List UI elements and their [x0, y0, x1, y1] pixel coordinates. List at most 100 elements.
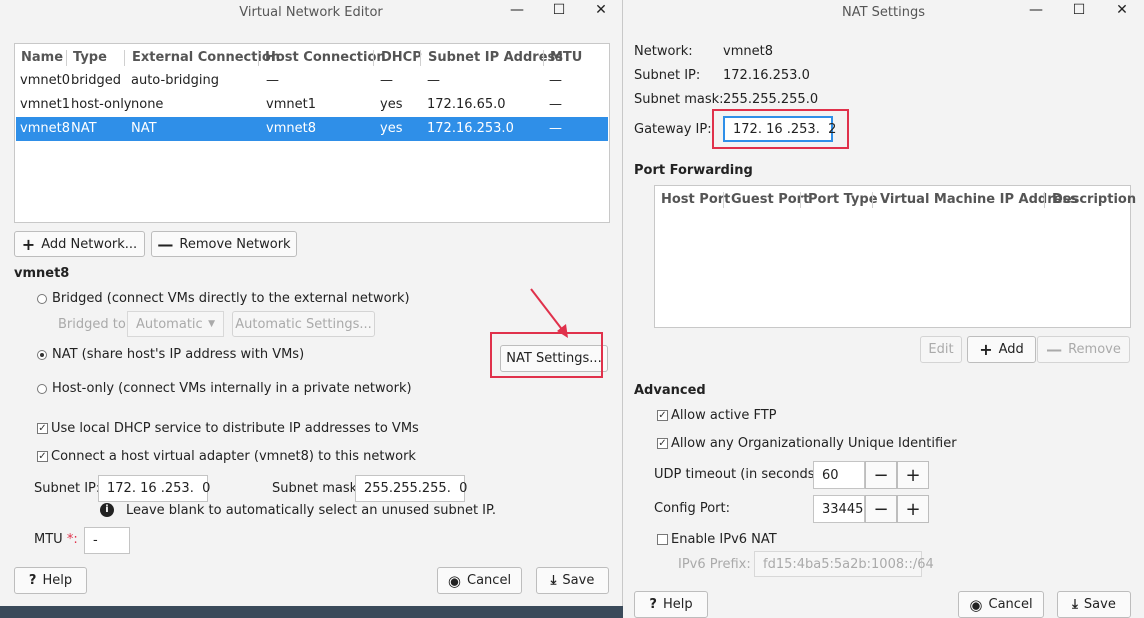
- subnet-ip-field[interactable]: 172. 16 .253. 0: [98, 475, 211, 502]
- col-header-name[interactable]: Name: [21, 50, 63, 65]
- mtu-required-star: *:: [66, 532, 78, 547]
- save-icon: ⤓: [550, 573, 557, 588]
- cancel-label: Cancel: [467, 573, 512, 588]
- minus-icon: −: [873, 464, 889, 486]
- cancel-icon: ◉: [447, 571, 462, 590]
- port-forwarding-table: Host Port Guest Port Port Type Virtual M…: [654, 185, 1136, 328]
- udp-timeout-label: UDP timeout (in seconds):: [654, 467, 824, 482]
- udp-decrement-button[interactable]: −: [865, 461, 897, 489]
- col-header-vm-ip[interactable]: Virtual Machine IP Address: [880, 192, 1078, 207]
- table-row-selected[interactable]: vmnet8 NAT NAT vmnet8 yes 172.16.253.0 —: [16, 117, 608, 141]
- maximize-icon[interactable]: ☐: [1068, 2, 1090, 22]
- col-header-type[interactable]: Type: [73, 50, 107, 65]
- remove-network-label: Remove Network: [179, 236, 291, 252]
- remove-button[interactable]: — Remove: [1037, 336, 1130, 363]
- save-button[interactable]: ⤓ Save: [1057, 591, 1131, 618]
- remove-network-button[interactable]: — Remove Network: [151, 231, 297, 257]
- hostonly-radio[interactable]: [37, 384, 47, 394]
- col-header-guest-port[interactable]: Guest Port: [731, 192, 809, 207]
- close-icon[interactable]: ✕: [590, 2, 612, 22]
- subnet-mask-label: Subnet mask:: [634, 92, 724, 107]
- network-label: Network:: [634, 44, 693, 59]
- minus-icon: —: [1046, 340, 1063, 359]
- help-button[interactable]: ? Help: [634, 591, 708, 618]
- col-header-mtu[interactable]: MTU: [550, 50, 582, 65]
- annotation-arrow-icon: [530, 288, 568, 338]
- plus-icon: +: [905, 498, 921, 520]
- col-header-port-type[interactable]: Port Type: [808, 192, 878, 207]
- automatic-settings-button[interactable]: Automatic Settings...: [232, 311, 375, 337]
- cancel-button[interactable]: ◉ Cancel: [958, 591, 1044, 618]
- udp-timeout-field[interactable]: 60: [813, 461, 865, 489]
- adapter-checkbox[interactable]: ✓: [37, 451, 48, 462]
- config-port-decrement-button[interactable]: −: [865, 495, 897, 523]
- minimize-icon[interactable]: —: [506, 2, 528, 22]
- allow-ftp-label: Allow active FTP: [671, 408, 777, 423]
- subnet-mask-label: Subnet mask:: [272, 481, 362, 496]
- plus-icon: +: [979, 340, 993, 359]
- col-header-host[interactable]: Host Connection: [265, 50, 386, 65]
- virtual-network-editor-window: Virtual Network Editor — ☐ ✕ Name Type E…: [0, 0, 623, 606]
- nat-settings-window: NAT Settings — ☐ ✕ Network: vmnet8 Subne…: [623, 0, 1144, 618]
- config-port-increment-button[interactable]: +: [897, 495, 929, 523]
- minus-icon: −: [873, 498, 889, 520]
- allow-oui-checkbox[interactable]: ✓: [657, 438, 668, 449]
- cell-external: auto-bridging: [131, 73, 220, 88]
- cell-external: NAT: [131, 121, 157, 136]
- gateway-ip-label: Gateway IP:: [634, 122, 712, 137]
- nat-radio[interactable]: [37, 350, 47, 360]
- dhcp-checkbox[interactable]: ✓: [37, 423, 48, 434]
- cancel-button[interactable]: ◉ Cancel: [437, 567, 522, 594]
- edit-button[interactable]: Edit: [920, 336, 962, 363]
- minimize-icon[interactable]: —: [1025, 2, 1047, 22]
- help-icon: ?: [649, 597, 657, 612]
- allow-ftp-checkbox[interactable]: ✓: [657, 410, 668, 421]
- config-port-field[interactable]: 33445: [813, 495, 865, 523]
- cell-host: vmnet8: [266, 121, 316, 136]
- cell-type: host-only: [71, 97, 132, 112]
- dhcp-checkbox-label: Use local DHCP service to distribute IP …: [51, 421, 419, 436]
- edit-label: Edit: [928, 342, 954, 357]
- ipv6-nat-checkbox[interactable]: [657, 534, 668, 545]
- minus-icon: —: [157, 234, 174, 254]
- network-table: Name Type External Connection Host Conne…: [14, 43, 610, 223]
- close-icon[interactable]: ✕: [1111, 2, 1133, 22]
- subnet-ip-label: Subnet IP:: [634, 68, 701, 83]
- config-port-value: 33445: [822, 501, 864, 517]
- cancel-label: Cancel: [988, 597, 1033, 612]
- bridged-radio[interactable]: [37, 294, 47, 304]
- subnet-ip-value: 172. 16 .253. 0: [107, 481, 211, 496]
- mtu-value: -: [93, 533, 98, 548]
- table-row[interactable]: vmnet0 bridged auto-bridging — — — —: [16, 69, 608, 93]
- info-text: Leave blank to automatically select an u…: [126, 503, 496, 518]
- help-button[interactable]: ? Help: [14, 567, 87, 594]
- add-button[interactable]: + Add: [967, 336, 1036, 363]
- cell-subnet: —: [427, 73, 440, 88]
- cell-dhcp: —: [380, 73, 393, 88]
- bridged-to-select[interactable]: Automatic ▼: [127, 311, 224, 337]
- add-network-button[interactable]: + Add Network...: [14, 231, 145, 257]
- col-header-host-port[interactable]: Host Port: [661, 192, 730, 207]
- cell-type: NAT: [71, 121, 97, 136]
- cell-mtu: —: [549, 97, 562, 112]
- udp-increment-button[interactable]: +: [897, 461, 929, 489]
- cell-dhcp: yes: [380, 97, 403, 112]
- cancel-icon: ◉: [969, 595, 983, 614]
- bridged-radio-label: Bridged (connect VMs directly to the ext…: [52, 291, 410, 306]
- save-label: Save: [562, 573, 595, 588]
- mtu-field[interactable]: -: [84, 527, 130, 554]
- col-header-description[interactable]: Description: [1052, 192, 1136, 207]
- allow-oui-label: Allow any Organizationally Unique Identi…: [671, 436, 957, 451]
- mtu-label-text: MTU: [34, 532, 63, 547]
- subnet-mask-field[interactable]: 255.255.255. 0: [355, 475, 467, 502]
- maximize-icon[interactable]: ☐: [548, 2, 570, 22]
- cell-subnet: 172.16.253.0: [427, 121, 514, 136]
- ipv6-nat-label: Enable IPv6 NAT: [671, 532, 777, 547]
- advanced-title: Advanced: [634, 383, 706, 398]
- col-header-dhcp[interactable]: DHCP: [381, 50, 422, 65]
- nat-titlebar: NAT Settings — ☐ ✕: [623, 0, 1144, 24]
- save-button[interactable]: ⤓ Save: [536, 567, 609, 594]
- ipv6-prefix-field[interactable]: fd15:4ba5:5a2b:1008::/64: [754, 551, 934, 577]
- vne-titlebar: Virtual Network Editor — ☐ ✕: [0, 0, 622, 24]
- table-row[interactable]: vmnet1 host-only none vmnet1 yes 172.16.…: [16, 93, 608, 117]
